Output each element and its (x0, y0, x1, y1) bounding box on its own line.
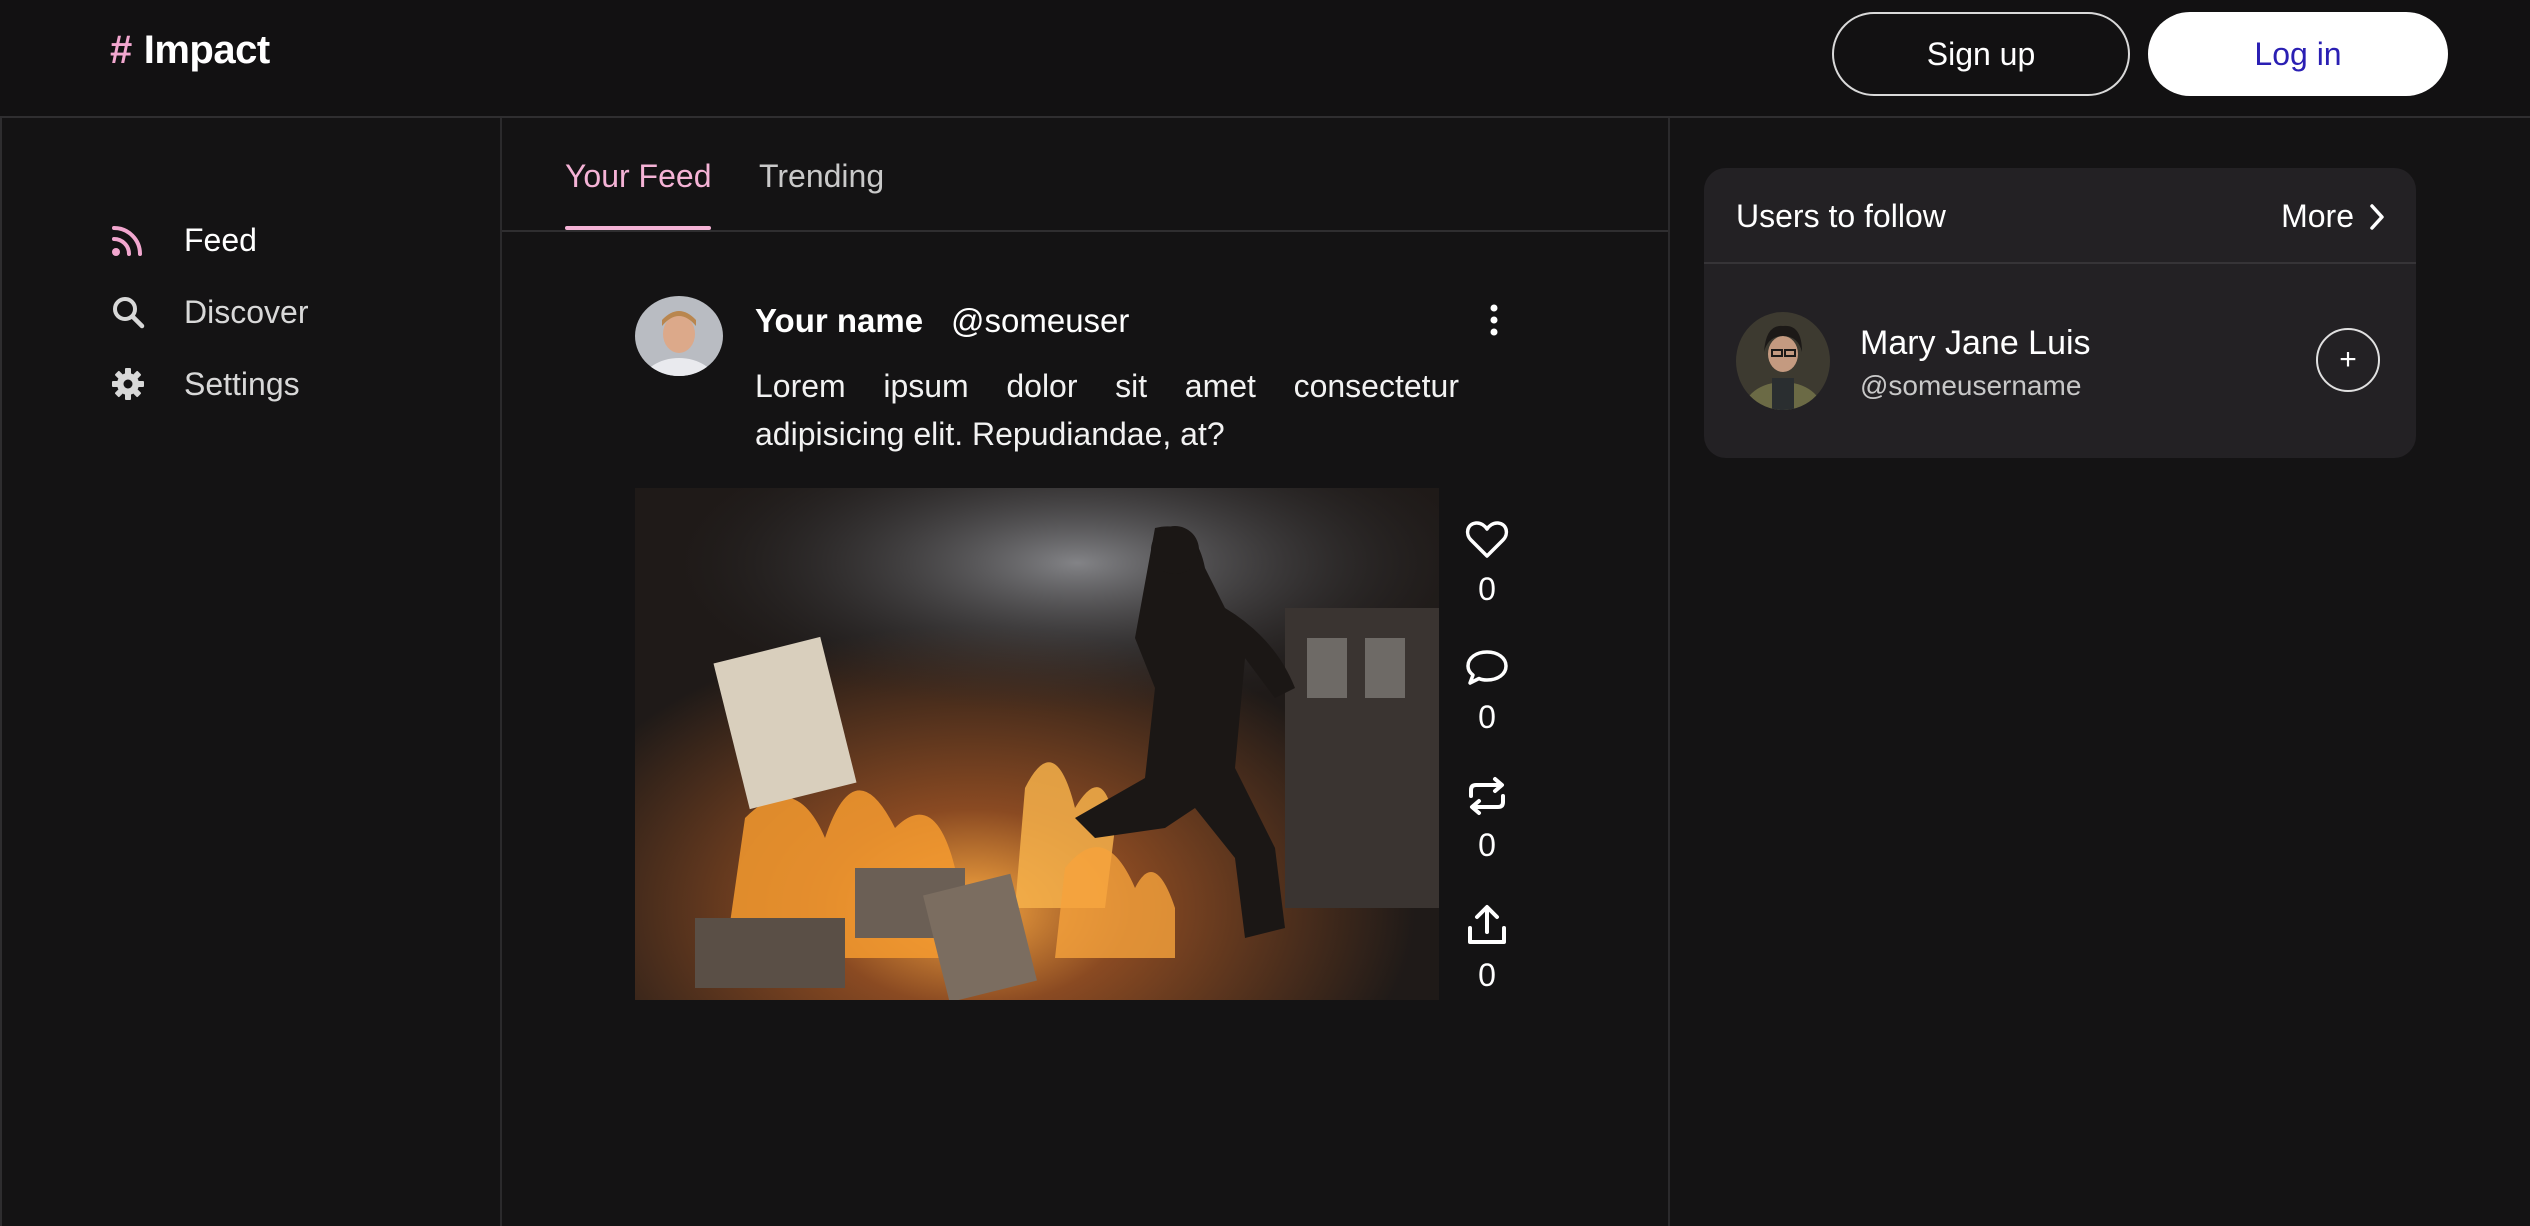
follow-button[interactable]: + (2316, 328, 2380, 392)
share-action[interactable]: 0 (1462, 904, 1512, 994)
post-author-name[interactable]: Your name (755, 302, 923, 340)
search-icon (108, 292, 148, 332)
repost-count: 0 (1478, 827, 1496, 863)
comment-count: 0 (1478, 699, 1496, 735)
suggested-user-name[interactable]: Mary Jane Luis (1860, 324, 2091, 363)
sidebar-item-label: Feed (184, 221, 257, 258)
sidebar-item-discover[interactable]: Discover (108, 292, 308, 332)
more-options-icon[interactable] (1482, 302, 1506, 338)
post-text: Lorem ipsum dolor sit amet consectetur a… (755, 368, 1459, 452)
chevron-right-icon (2368, 202, 2386, 232)
tab-trending[interactable]: Trending (759, 158, 884, 195)
suggested-user-avatar[interactable] (1736, 312, 1830, 410)
left-column-divider (500, 118, 502, 1226)
post-author-handle[interactable]: @someuser (951, 302, 1129, 340)
active-tab-indicator (565, 226, 711, 230)
repost-action[interactable]: 0 (1462, 776, 1512, 864)
share-icon (1465, 904, 1509, 951)
comment-icon (1465, 648, 1509, 693)
suggested-user-handle[interactable]: @someusername (1860, 370, 2081, 402)
share-count: 0 (1478, 957, 1496, 993)
window-edge (0, 0, 2, 1226)
post-image[interactable] (635, 488, 1439, 1000)
tab-your-feed[interactable]: Your Feed (565, 158, 711, 195)
users-to-follow-title: Users to follow (1736, 198, 1946, 234)
feed-tabs: Your Feed Trending (502, 118, 1668, 232)
right-column-divider (1668, 118, 1670, 1226)
sidebar-item-label: Discover (184, 293, 309, 330)
more-link[interactable]: More (2281, 198, 2386, 235)
post-author-avatar[interactable] (635, 296, 723, 376)
sidebar-item-label: Settings (184, 365, 300, 402)
sidebar-item-feed[interactable]: Feed (108, 220, 257, 260)
like-count: 0 (1478, 571, 1496, 607)
sidebar-item-settings[interactable]: Settings (108, 364, 300, 404)
users-to-follow-header: Users to follow More (1704, 168, 2416, 264)
comment-action[interactable]: 0 (1462, 648, 1512, 736)
repost-icon (1465, 776, 1509, 821)
top-bar: # Impact Sign up Log in (0, 0, 2530, 118)
app-logo[interactable]: # Impact (110, 28, 270, 73)
users-to-follow-card: Users to follow More Mary Jane Luis @som… (1704, 168, 2416, 458)
like-action[interactable]: 0 (1462, 520, 1512, 608)
logo-hash: # (110, 28, 132, 72)
more-label: More (2281, 198, 2354, 234)
login-button[interactable]: Log in (2148, 12, 2448, 96)
rss-icon (108, 220, 148, 260)
gear-icon (108, 364, 148, 404)
logo-text: Impact (143, 28, 270, 72)
heart-icon (1465, 520, 1509, 565)
signup-button[interactable]: Sign up (1832, 12, 2130, 96)
